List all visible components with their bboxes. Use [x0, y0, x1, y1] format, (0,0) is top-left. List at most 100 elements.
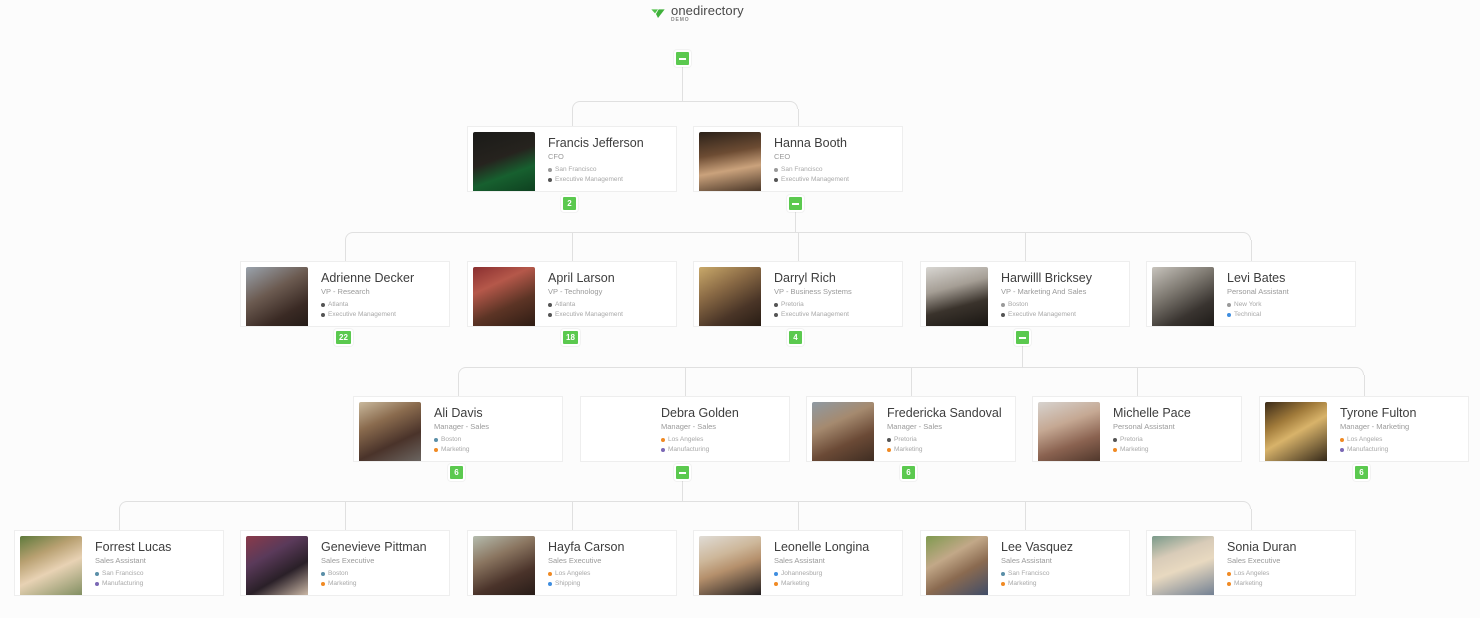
department-row-label: Shipping	[555, 579, 580, 589]
person-card-lee-vasquez[interactable]: Lee VasquezSales AssistantSan FranciscoM…	[920, 530, 1130, 596]
location-dot-icon	[321, 303, 325, 307]
connector-vertical	[911, 367, 912, 396]
location-row: Pretoria	[774, 300, 894, 310]
person-card-leonelle-longina[interactable]: Leonelle LonginaSales AssistantJohannesb…	[693, 530, 903, 596]
location-dot-icon	[548, 168, 552, 172]
department-row: Executive Management	[548, 310, 668, 320]
location-dot-icon	[887, 438, 891, 442]
person-info: Francis JeffersonCFOSan FranciscoExecuti…	[540, 127, 676, 191]
person-card-harwilll-bricksey[interactable]: Harwilll BrickseyVP - Marketing And Sale…	[920, 261, 1130, 327]
person-info: Michelle PacePersonal AssistantPretoriaM…	[1105, 397, 1241, 461]
person-card-forrest-lucas[interactable]: Forrest LucasSales AssistantSan Francisc…	[14, 530, 224, 596]
person-card-april-larson[interactable]: April LarsonVP - TechnologyAtlantaExecut…	[467, 261, 677, 327]
department-dot-icon	[1001, 582, 1005, 586]
department-dot-icon	[548, 582, 552, 586]
avatar-francis-jefferson	[473, 132, 535, 192]
collapse-toggle-harwilll-bricksey[interactable]	[1014, 329, 1031, 346]
department-dot-icon	[1113, 448, 1117, 452]
location-row: Los Angeles	[661, 435, 781, 445]
avatar-ali-davis	[359, 402, 421, 462]
location-row: Boston	[434, 435, 554, 445]
person-card-tyrone-fulton[interactable]: Tyrone FultonManager - MarketingLos Ange…	[1259, 396, 1469, 462]
location-row: New York	[1227, 300, 1347, 310]
connector-horizontal	[1022, 367, 1356, 368]
person-meta: BostonMarketing	[321, 569, 441, 589]
person-card-ali-davis[interactable]: Ali DavisManager - SalesBostonMarketing	[353, 396, 563, 462]
avatar-lee-vasquez	[926, 536, 988, 596]
person-title: Sales Assistant	[1001, 556, 1121, 565]
person-title: CFO	[548, 152, 668, 161]
person-title: Personal Assistant	[1227, 287, 1347, 296]
person-card-darryl-rich[interactable]: Darryl RichVP - Business SystemsPretoria…	[693, 261, 903, 327]
person-card-genevieve-pittman[interactable]: Genevieve PittmanSales ExecutiveBostonMa…	[240, 530, 450, 596]
department-dot-icon	[1227, 582, 1231, 586]
connector-vertical	[1251, 509, 1252, 530]
department-row-label: Manufacturing	[102, 579, 143, 589]
location-row-label: Los Angeles	[668, 435, 703, 445]
avatar-hanna-booth	[699, 132, 761, 192]
report-count-ali-davis[interactable]: 6	[448, 464, 465, 481]
person-name: Darryl Rich	[774, 271, 894, 285]
app-logo[interactable]: onedirectory DEMO	[650, 4, 744, 23]
location-row: San Francisco	[95, 569, 215, 579]
person-name: Hanna Booth	[774, 136, 894, 150]
department-dot-icon	[1227, 313, 1231, 317]
department-dot-icon	[548, 313, 552, 317]
department-row-label: Executive Management	[555, 310, 623, 320]
connector-corner	[345, 232, 353, 240]
location-row-label: San Francisco	[555, 165, 597, 175]
person-info: April LarsonVP - TechnologyAtlantaExecut…	[540, 262, 676, 326]
report-count-tyrone-fulton[interactable]: 6	[1353, 464, 1370, 481]
person-card-debra-golden[interactable]: Debra GoldenManager - SalesLos AngelesMa…	[580, 396, 790, 462]
department-row: Marketing	[1227, 579, 1347, 589]
person-card-francis-jefferson[interactable]: Francis JeffersonCFOSan FranciscoExecuti…	[467, 126, 677, 192]
person-card-hayfa-carson[interactable]: Hayfa CarsonSales ExecutiveLos AngelesSh…	[467, 530, 677, 596]
location-row: Los Angeles	[548, 569, 668, 579]
department-row-label: Marketing	[1008, 579, 1037, 589]
connector-corner	[458, 367, 466, 375]
person-card-levi-bates[interactable]: Levi BatesPersonal AssistantNew YorkTech…	[1146, 261, 1356, 327]
avatar-sonia-duran	[1152, 536, 1214, 596]
person-info: Hayfa CarsonSales ExecutiveLos AngelesSh…	[540, 531, 676, 595]
report-count-darryl-rich[interactable]: 4	[787, 329, 804, 346]
report-count-fredericka-sandoval[interactable]: 6	[900, 464, 917, 481]
location-row: Atlanta	[548, 300, 668, 310]
location-dot-icon	[774, 168, 778, 172]
report-count-francis-jefferson[interactable]: 2	[561, 195, 578, 212]
person-card-hanna-booth[interactable]: Hanna BoothCEOSan FranciscoExecutive Man…	[693, 126, 903, 192]
department-row-label: Executive Management	[555, 175, 623, 185]
person-title: Manager - Sales	[434, 422, 554, 431]
collapse-toggle-root[interactable]	[674, 50, 691, 67]
connector-horizontal	[795, 232, 1243, 233]
location-row-label: New York	[1234, 300, 1261, 310]
collapse-toggle-hanna-booth[interactable]	[787, 195, 804, 212]
person-info: Fredericka SandovalManager - SalesPretor…	[879, 397, 1015, 461]
location-dot-icon	[1340, 438, 1344, 442]
connector-corner	[1243, 232, 1251, 240]
department-row: Manufacturing	[1340, 445, 1460, 455]
connector-horizontal	[127, 501, 682, 502]
person-meta: New YorkTechnical	[1227, 300, 1347, 320]
person-info: Ali DavisManager - SalesBostonMarketing	[426, 397, 562, 461]
collapse-toggle-debra-golden[interactable]	[674, 464, 691, 481]
report-count-adrienne-decker[interactable]: 22	[334, 329, 353, 346]
person-meta: PretoriaExecutive Management	[774, 300, 894, 320]
connector-vertical	[798, 501, 799, 530]
department-row: Executive Management	[774, 175, 894, 185]
avatar-levi-bates	[1152, 267, 1214, 327]
report-count-april-larson[interactable]: 18	[561, 329, 580, 346]
person-card-sonia-duran[interactable]: Sonia DuranSales ExecutiveLos AngelesMar…	[1146, 530, 1356, 596]
department-dot-icon	[887, 448, 891, 452]
person-card-fredericka-sandoval[interactable]: Fredericka SandovalManager - SalesPretor…	[806, 396, 1016, 462]
department-row: Marketing	[774, 579, 894, 589]
department-row-label: Marketing	[1120, 445, 1149, 455]
person-card-michelle-pace[interactable]: Michelle PacePersonal AssistantPretoriaM…	[1032, 396, 1242, 462]
location-dot-icon	[774, 303, 778, 307]
connector-horizontal	[353, 232, 795, 233]
person-info: Levi BatesPersonal AssistantNew YorkTech…	[1219, 262, 1355, 326]
org-chart-canvas[interactable]: onedirectory DEMO Francis JeffersonCFOSa…	[0, 0, 1480, 618]
person-title: Personal Assistant	[1113, 422, 1233, 431]
department-row: Executive Management	[321, 310, 441, 320]
avatar-genevieve-pittman	[246, 536, 308, 596]
person-card-adrienne-decker[interactable]: Adrienne DeckerVP - ResearchAtlantaExecu…	[240, 261, 450, 327]
